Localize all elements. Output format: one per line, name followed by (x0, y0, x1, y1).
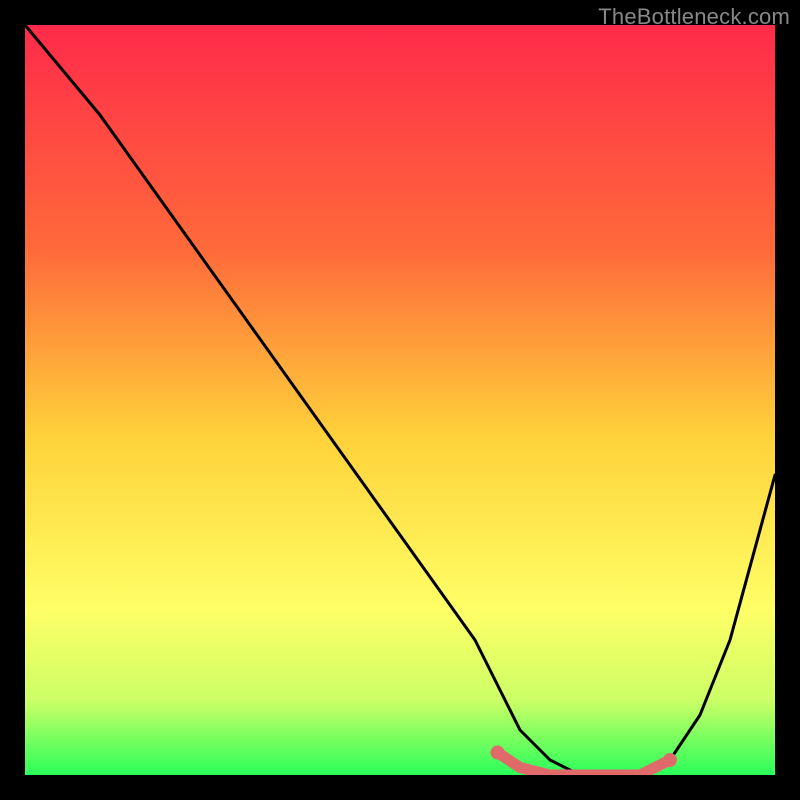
chart-frame: TheBottleneck.com (0, 0, 800, 800)
optimal-start-dot (491, 746, 505, 760)
chart-svg (25, 25, 775, 775)
gradient-bg (25, 25, 775, 775)
chart-plot (25, 25, 775, 775)
optimal-end-dot (663, 753, 677, 767)
